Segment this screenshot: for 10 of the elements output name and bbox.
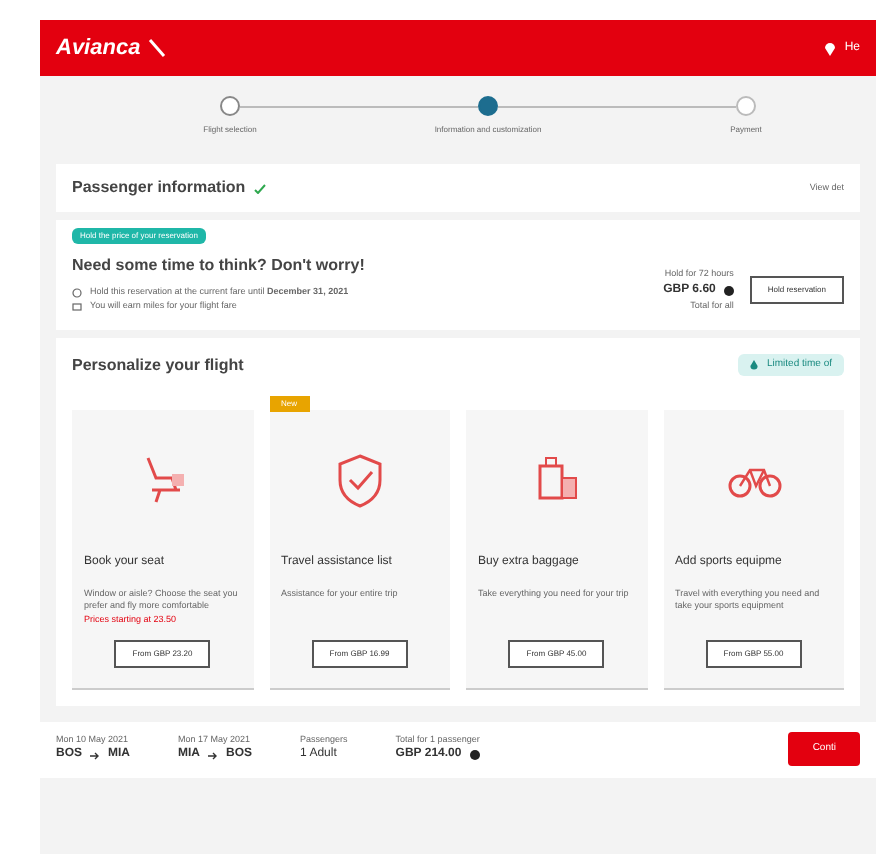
arrow-right-icon	[208, 751, 219, 760]
location-pin-icon	[824, 41, 837, 55]
airline-logo[interactable]: Avianca	[56, 31, 141, 65]
section-title: Passenger information	[72, 176, 246, 200]
logo-mark-icon	[148, 38, 167, 58]
section-title: Personalize your flight	[72, 353, 244, 377]
check-icon	[253, 183, 266, 193]
hold-title: Need some time to think? Don't worry!	[72, 254, 365, 278]
drop-icon	[750, 360, 759, 370]
arrow-right-icon	[90, 751, 101, 760]
